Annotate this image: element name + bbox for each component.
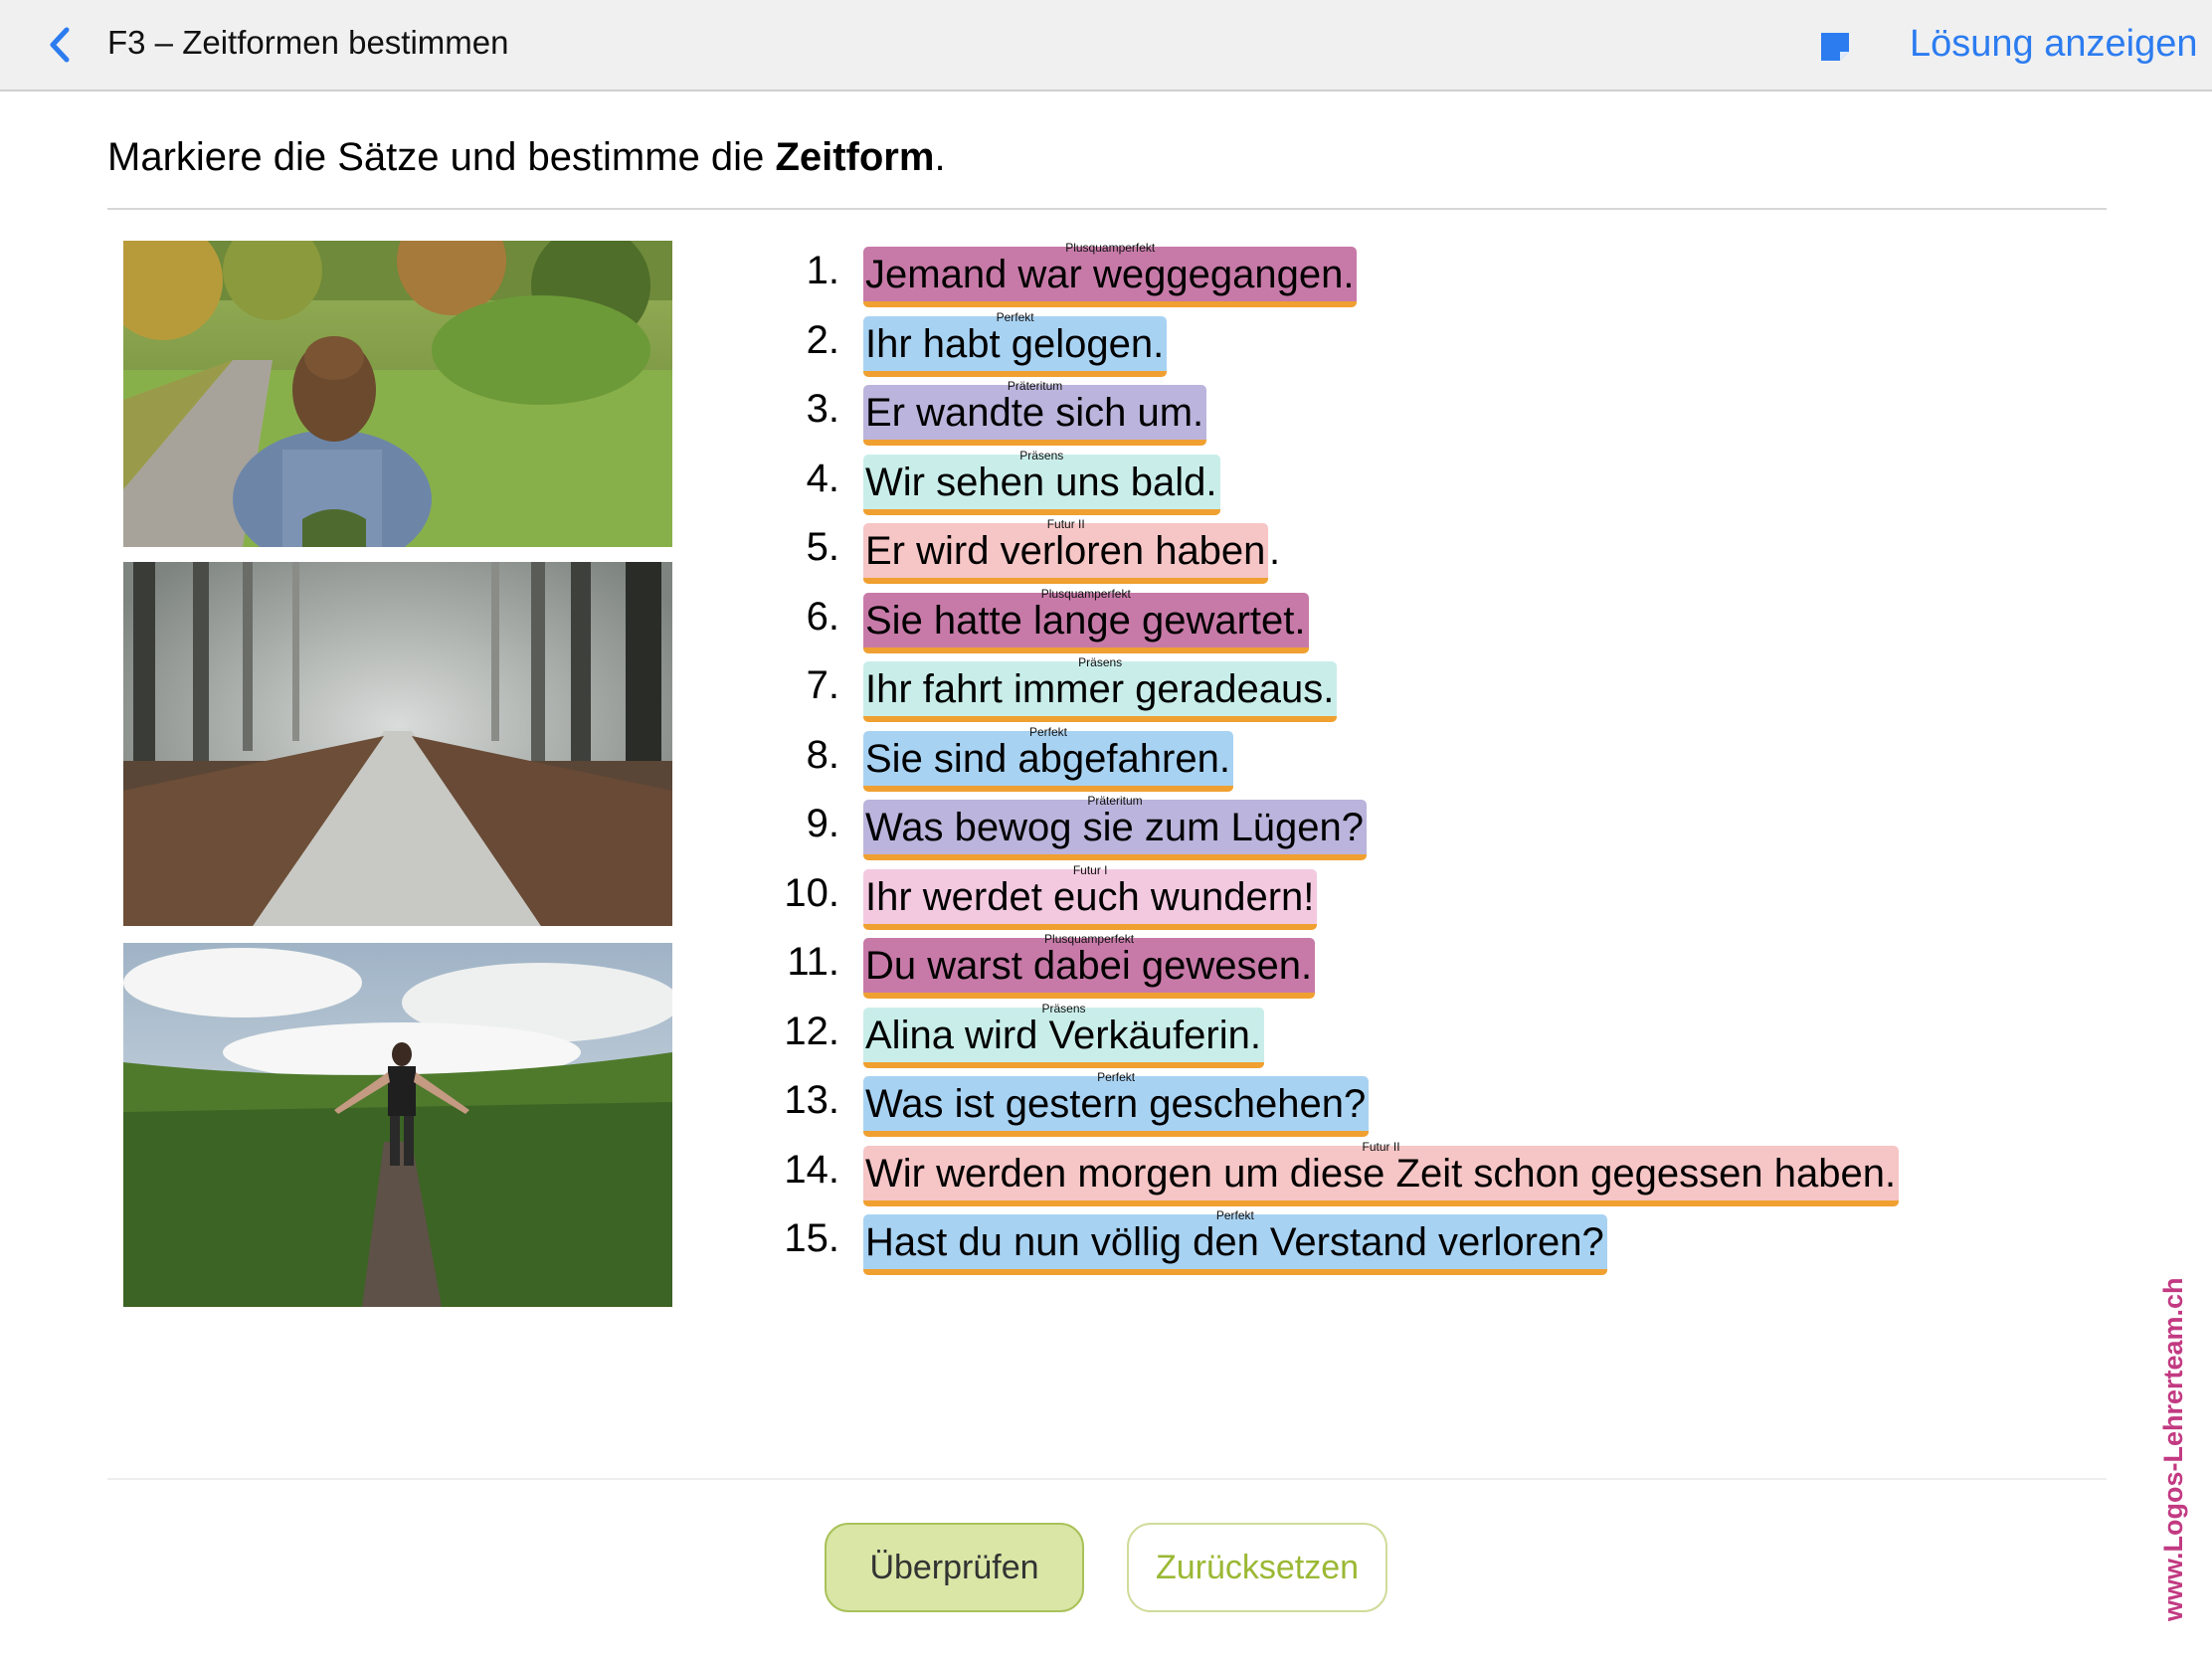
sentence-text: Wir werden morgen um diese Zeit schon ge… [865,1152,1897,1196]
sentence-number: 1. [806,249,839,292]
top-bar: F3 – Zeitformen bestimmen Lösung anzeige… [0,0,2212,92]
sentence-highlight[interactable]: Präteritum Was bewog sie zum Lügen? [863,794,1368,860]
sentence-text: Hast du nun völlig den Verstand verloren… [865,1220,1604,1264]
sentence-number: 4. [806,457,839,500]
sentence-row: 11. Plusquamperfekt Du warst dabei gewesen… [756,932,2049,999]
sentence-row: 8. Perfekt Sie sind abgefahren. [756,725,2049,792]
foggy-forest-path-photo [123,562,672,926]
tense-label: Plusquamperfekt [1044,932,1135,946]
sentence-number: 2. [806,318,839,362]
sentence-row: 1. Plusquamperfekt Jemand war weggegangen. [756,241,2049,307]
sentence-number: 10. [784,871,839,915]
reset-button[interactable]: Zurücksetzen [1127,1523,1387,1612]
sentence-row: 6. Plusquamperfekt Sie hatte lange gewarte… [756,587,2049,653]
sentence-number: 13. [784,1078,839,1122]
sentence-number: 6. [806,595,839,639]
sentence-text: Er wandte sich um. [865,391,1204,435]
tense-label: Perfekt [996,310,1034,324]
tense-label: Perfekt [1097,1070,1136,1084]
back-button[interactable] [38,22,82,68]
sentence-trailing-punctuation: . [1269,529,1281,573]
sentence-row: 12. Präsens Alina wird Verkäuferin. [756,1002,2049,1068]
instruction-prefix: Markiere die Sätze und bestimme die [107,135,776,179]
sentence-highlight[interactable]: Perfekt Sie sind abgefahren. [863,725,1233,792]
sentence-text: Alina wird Verkäuferin. [865,1014,1261,1057]
sentence-row: 5. Futur II Er wird verloren haben. [756,517,2049,584]
sentence-row: 2. Perfekt Ihr habt gelogen. [756,310,2049,377]
sentence-row: 15. Perfekt Hast du nun völlig den Verstan… [756,1208,2049,1275]
sentence-highlight[interactable]: Perfekt Ihr habt gelogen. [863,310,1168,377]
chevron-left-icon [50,27,70,63]
sentence-text: Wir sehen uns bald. [865,461,1217,504]
sentence-number: 8. [806,733,839,777]
sentence-row: 3. Präteritum Er wandte sich um. [756,379,2049,446]
sentence-highlight[interactable]: Plusquamperfekt Du warst dabei gewesen. [863,932,1316,999]
sentence-number: 12. [784,1010,839,1053]
sentence-highlight[interactable]: Futur I Ihr werdet euch wundern! [863,863,1318,930]
sentence-text: Was ist gestern geschehen? [865,1082,1367,1126]
sentence-highlight[interactable]: Präsens Alina wird Verkäuferin. [863,1002,1264,1068]
tense-label: Perfekt [1028,725,1067,739]
sentence-text: Du warst dabei gewesen. [865,944,1313,988]
sentence-highlight[interactable]: Plusquamperfekt Sie hatte lange gewartet. [863,587,1309,653]
sentence-row: 7. Präsens Ihr fahrt immer geradeaus. [756,655,2049,722]
tense-label: Plusquamperfekt [1040,587,1131,601]
instruction-text: Markiere die Sätze und bestimme die Zeit… [107,135,946,180]
tense-label: Präsens [1019,449,1064,462]
sentence-highlight[interactable]: Perfekt Was ist gestern geschehen? [863,1070,1370,1137]
sentence-highlight[interactable]: Präteritum Er wandte sich um. [863,379,1207,446]
sentence-highlight[interactable]: Präsens Wir sehen uns bald. [863,449,1220,515]
watermark: www.Logos-Lehrerteam.ch [2158,1277,2188,1621]
tense-label: Plusquamperfekt [1065,241,1156,255]
tense-label: Futur I [1072,863,1108,877]
sentence-text: Er wird verloren haben [865,529,1266,573]
instruction-keyword: Zeitform [775,135,935,179]
check-button[interactable]: Überprüfen [825,1523,1084,1612]
tense-label: Präsens [1078,655,1123,669]
sentence-highlight[interactable]: Futur II Er wird verloren haben [863,517,1269,584]
sentence-text: Was bewog sie zum Lügen? [865,806,1365,849]
woman-on-path-photo [123,241,672,547]
sentence-text: Sie sind abgefahren. [865,737,1230,781]
note-icon[interactable] [1818,30,1852,64]
tense-label: Präteritum [1087,794,1143,808]
divider-bottom [107,1478,2107,1480]
divider-top [107,208,2107,210]
sentence-text: Ihr fahrt immer geradeaus. [865,667,1335,711]
sentence-number: 14. [784,1148,839,1192]
sentence-row: 10. Futur I Ihr werdet euch wundern! [756,863,2049,930]
sentence-number: 7. [806,663,839,707]
sentence-text: Jemand war weggegangen. [865,253,1355,296]
sentence-row: 4. Präsens Wir sehen uns bald. [756,449,2049,515]
tense-label: Präsens [1041,1002,1086,1015]
tense-label: Futur II [1046,517,1085,531]
sentence-highlight[interactable]: Futur II Wir werden morgen um diese Zeit … [863,1140,1900,1206]
sentence-number: 11. [787,940,839,984]
man-in-reeds-photo [123,943,672,1307]
sentence-text: Ihr werdet euch wundern! [865,875,1315,919]
sentence-number: 3. [806,387,839,431]
sentence-number: 15. [784,1216,839,1260]
sentence-text: Sie hatte lange gewartet. [865,599,1306,643]
instruction-suffix: . [934,135,946,179]
sentence-number: 9. [806,802,839,845]
page-title: F3 – Zeitformen bestimmen [107,24,509,61]
sentence-highlight[interactable]: Präsens Ihr fahrt immer geradeaus. [863,655,1338,722]
tense-label: Präteritum [1007,379,1063,393]
sentence-highlight[interactable]: Perfekt Hast du nun völlig den Verstand v… [863,1208,1607,1275]
sentence-highlight[interactable]: Plusquamperfekt Jemand war weggegangen. [863,241,1358,307]
sentence-row: 9. Präteritum Was bewog sie zum Lügen? [756,794,2049,860]
tense-label: Perfekt [1215,1208,1254,1222]
sentence-number: 5. [806,525,839,569]
show-solution-link[interactable]: Lösung anzeigen [1910,23,2197,66]
sentence-text: Ihr habt gelogen. [865,322,1165,366]
sentence-row: 14. Futur II Wir werden morgen um diese Ze… [756,1140,2049,1206]
tense-label: Futur II [1362,1140,1400,1154]
sentence-row: 13. Perfekt Was ist gestern geschehen? [756,1070,2049,1137]
